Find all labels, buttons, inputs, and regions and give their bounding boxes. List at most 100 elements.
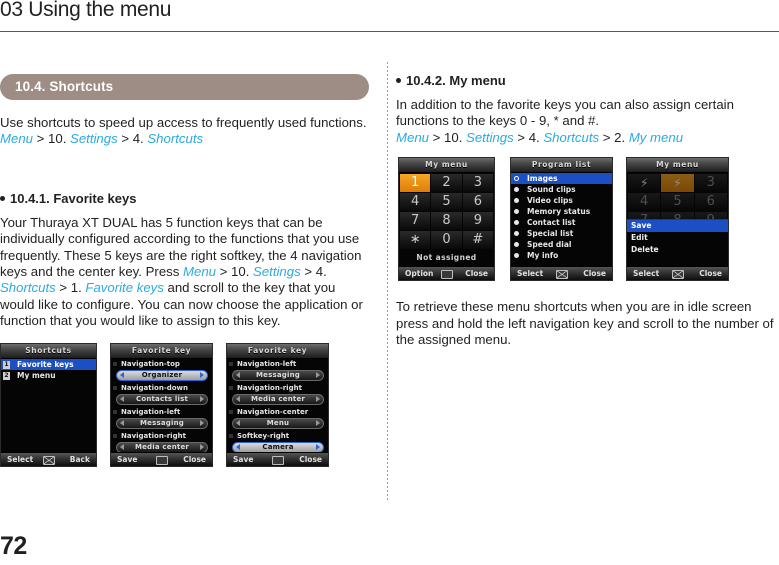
- key-3[interactable]: 3: [694, 174, 727, 193]
- key-6[interactable]: 6: [462, 193, 493, 212]
- phone1-row-favorite-keys: 1 Favorite keys: [1, 358, 96, 370]
- rphone1-softkey-left: Option: [405, 269, 434, 279]
- phone2-field2-label: Navigation-down: [111, 383, 212, 393]
- phone-screenshot-my-menu-popup: My menu ⚡ ⚡ 3 4 5 6 7 8 9 Save Edit Dele…: [626, 157, 729, 282]
- chevron-left-icon: [120, 395, 124, 402]
- chevron-right-icon: [316, 419, 320, 426]
- rphone2-softkey-left: Select: [517, 269, 544, 279]
- intro-path-sep1: > 10.: [33, 131, 71, 147]
- intro-line1: Use shortcuts to speed up access to freq…: [0, 115, 367, 130]
- page-number: 72: [0, 532, 27, 560]
- key-0[interactable]: 0: [431, 231, 462, 250]
- phone1-row2-number: 2: [3, 371, 10, 380]
- key-5[interactable]: 5: [661, 193, 694, 212]
- context-menu-item-save[interactable]: Save: [627, 220, 728, 233]
- intro-path-settings: Settings: [70, 131, 118, 147]
- phone2-field1-spinner: Organizer: [116, 369, 208, 381]
- rpara-text-4: > 2.: [599, 129, 629, 145]
- para-text-3: > 4.: [300, 264, 327, 280]
- rphone2-row6-label: Special list: [527, 229, 574, 239]
- phone1-row-my-menu: 2 My menu: [1, 370, 96, 381]
- rphone3-softkey-right: Close: [699, 269, 722, 279]
- radio-icon: [514, 220, 519, 226]
- program-list-row-video-clips: Video clips: [511, 195, 612, 206]
- phone2-softkey-left: Save: [117, 454, 138, 464]
- radio-icon: [514, 176, 519, 182]
- key-8[interactable]: 8: [431, 212, 462, 231]
- phone1-row1-number: 1: [3, 360, 10, 369]
- my-menu-paragraph: In addition to the favorite keys you can…: [396, 97, 779, 146]
- phone-screenshot-shortcuts: Shortcuts 1 Favorite keys 2 My menu Sele…: [0, 342, 97, 467]
- rphone1-keypad: 1 2 3 4 5 6 7 8 9 ∗ 0 #: [399, 173, 494, 250]
- rpara-path-shortcuts: Shortcuts: [543, 129, 600, 145]
- chevron-right-icon: [200, 419, 204, 426]
- phone3-softkey-right: Close: [299, 454, 322, 464]
- header-divider-rule: [0, 31, 779, 32]
- phone2-field3-label: Navigation-left: [111, 407, 212, 417]
- key-4[interactable]: 4: [400, 193, 431, 212]
- key-hash[interactable]: #: [462, 231, 493, 250]
- para-text-4: > 1.: [55, 280, 86, 296]
- key-1-assigned[interactable]: ⚡: [628, 174, 661, 193]
- rphone1-body: 1 2 3 4 5 6 7 8 9 ∗ 0 # Not assigned: [399, 173, 494, 270]
- envelope-icon: [555, 270, 568, 280]
- intro-paragraph: Use shortcuts to speed up access to freq…: [0, 115, 372, 148]
- favorite-keys-paragraph: Your Thuraya XT DUAL has 5 function keys…: [0, 215, 372, 330]
- phone1-row1-label: Favorite keys: [17, 359, 74, 369]
- rphone2-row3-label: Video clips: [527, 196, 573, 206]
- radio-icon: [514, 198, 519, 204]
- rphone1-softkey-bar: Option Close: [399, 266, 494, 281]
- chevron-left-icon: [236, 395, 240, 402]
- phone3-field1-value: Messaging: [256, 370, 300, 379]
- phone3-field4-value: Camera: [262, 442, 294, 451]
- key-4[interactable]: 4: [628, 193, 661, 212]
- rphone1-softkey-right: Close: [465, 269, 488, 279]
- phone2-field1-label: Navigation-top: [111, 359, 212, 369]
- subhead-favorite-keys: 10.4.1. Favorite keys: [0, 191, 372, 206]
- chevron-right-icon: [200, 371, 204, 378]
- chevron-right-icon: [316, 443, 320, 450]
- phone3-softkey-left: Save: [233, 454, 254, 464]
- program-list-row-special-list: Special list: [511, 228, 612, 239]
- screen-icon: [440, 270, 453, 280]
- page-header: 03 Using the menu: [0, 0, 779, 30]
- rpara-text-1: In addition to the favorite keys you can…: [396, 97, 734, 129]
- phone-screenshot-program-list: Program list Images Sound clips Video cl…: [510, 157, 613, 282]
- radio-icon: [514, 209, 519, 215]
- radio-icon: [514, 242, 519, 248]
- key-7[interactable]: 7: [400, 212, 431, 231]
- key-5[interactable]: 5: [431, 193, 462, 212]
- phone2-softkey-bar: Save Close: [111, 451, 212, 466]
- key-6[interactable]: 6: [694, 193, 727, 212]
- key-star[interactable]: ∗: [400, 231, 431, 250]
- rphone3-softkey-bar: Select Close: [627, 266, 728, 281]
- chevron-right-icon: [316, 395, 320, 402]
- phone-screenshot-my-menu-keypad: My menu 1 2 3 4 5 6 7 8 9 ∗ 0 # Not assi…: [398, 157, 495, 282]
- key-2-assigned[interactable]: ⚡: [661, 174, 694, 193]
- rphone2-row2-label: Sound clips: [527, 185, 576, 195]
- key-9[interactable]: 9: [462, 212, 493, 231]
- chevron-left-icon: [236, 419, 240, 426]
- rphone2-row4-label: Memory status: [527, 207, 591, 217]
- program-list-row-sound-clips: Sound clips: [511, 184, 612, 195]
- intro-path-menu: Menu: [0, 131, 33, 147]
- rphone2-row1-label: Images: [527, 174, 558, 184]
- phone2-body: Navigation-top Organizer Navigation-down…: [111, 358, 212, 455]
- para-path-shortcuts: Shortcuts: [0, 280, 56, 296]
- phone1-title: Shortcuts: [1, 343, 96, 359]
- phone1-softkey-bar: Select Back: [1, 451, 96, 466]
- rphone2-row7-label: Speed dial: [527, 240, 572, 250]
- phone2-field2-value: Contacts list: [135, 394, 188, 403]
- bullet-dot-icon: [396, 78, 401, 84]
- rpara-text-3: > 4.: [513, 129, 544, 145]
- right-column: 10.4.2. My menu In addition to the favor…: [396, 62, 779, 348]
- key-3[interactable]: 3: [462, 174, 493, 193]
- rphone1-title: My menu: [399, 158, 494, 174]
- context-menu-item-edit[interactable]: Edit: [627, 232, 728, 244]
- phone2-field3-value: Messaging: [140, 418, 184, 427]
- context-menu-item-delete[interactable]: Delete: [627, 244, 728, 256]
- screen-icon: [155, 455, 168, 465]
- key-2[interactable]: 2: [431, 174, 462, 193]
- radio-icon: [514, 253, 519, 259]
- key-1[interactable]: 1: [400, 174, 431, 193]
